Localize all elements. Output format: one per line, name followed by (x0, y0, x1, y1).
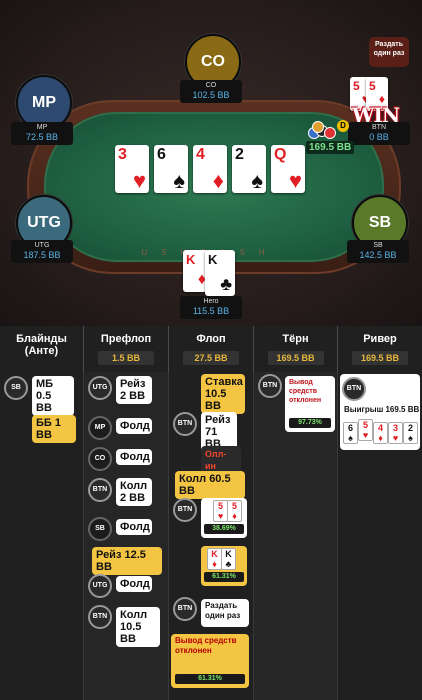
turn-cashout-text: Вывод средств отклонен (289, 379, 322, 404)
preflop-sb-action: Фолд (116, 519, 152, 535)
street-header-turn: Тёрн 169.5 BB (254, 326, 338, 372)
preflop-btn2-action: Колл 10.5 BB (116, 607, 160, 647)
seat-sb-stack: 142.5 BB (359, 250, 397, 260)
street-header-preflop: Префлоп 1.5 BB (84, 326, 169, 372)
preflop-co-pos-icon: CO (88, 447, 112, 471)
preflop-hero-raise: Рейз 12.5 BB (92, 547, 162, 575)
seat-co-label: CO (201, 53, 225, 70)
flop-btn-card-1: 5 ♥ (213, 500, 228, 522)
poker-table-area: USHCASH Раздать один раз CO CO102.5 BB M… (0, 0, 422, 326)
dealer-button-icon: D (337, 120, 349, 132)
river-win-text: Выигрыш 169.5 BB (344, 405, 420, 414)
board-card-2: 6 ♠ (154, 145, 188, 193)
hand-history-panel: Блайнды (Анте) Префлоп 1.5 BB Флоп 27.5 BB… (0, 326, 422, 700)
flop-hero-card-1: K ♦ (207, 548, 222, 570)
blinds-sb-pos-icon: SB (4, 376, 28, 400)
blinds-bb-action: ББ 1 BB (32, 415, 76, 443)
flop-btn3-pos-icon: BTN (173, 597, 197, 621)
seat-mp-plate: MP 72.5 BB (11, 122, 73, 145)
seat-hero-plate: Hero 115.5 BB (180, 296, 242, 319)
board-card-1: 3 ♥ (115, 145, 149, 193)
river-card-1: 6 ♠ (343, 422, 358, 444)
flop-btn-cards-box: 5 ♥ 5 ♦ 38.69% (201, 498, 247, 538)
river-card-2: 5 ♥ (358, 419, 373, 441)
seat-utg-plate: UTG 187.5 BB (11, 240, 73, 263)
river-card-4: 3 ♥ (388, 422, 403, 444)
flop-hero-bet: Ставка 10.5 BB (201, 374, 245, 414)
preflop-co-action: Фолд (116, 449, 152, 465)
seat-utg-name: UTG (34, 242, 50, 249)
seat-hero-name: Hero (203, 298, 219, 305)
flop-cashout-box: Вывод средств отклонен 61.31% (171, 634, 249, 688)
flop-cashout-equity: 61.31% (175, 674, 245, 684)
street-header-flop: Флоп 27.5 BB (169, 326, 254, 372)
river-win-box: BTN Выигрыш 169.5 BB 6 ♠ 5 ♥ 4 ♦ 3 ♥ 2 ♠ (340, 374, 420, 450)
turn-cashout-box: Вывод средств отклонен 97.73% (285, 376, 335, 432)
seat-btn-name: BTN (372, 124, 386, 131)
preflop-utg2-pos-icon: UTG (88, 574, 112, 598)
pot-amount: 169.5 BB (306, 141, 355, 154)
seat-btn-plate: BTN 0 BB (348, 122, 410, 145)
seat-mp-label: MP (32, 94, 56, 111)
board-card-3: 4 ♦ (193, 145, 227, 193)
seat-sb-plate: SB 142.5 BB (347, 240, 409, 263)
seat-co-name: CO (205, 82, 217, 89)
turn-btn-pos-icon: BTN (258, 374, 282, 398)
preflop-btn-action: Колл 2 BB (116, 478, 152, 506)
preflop-btn-pos-icon: BTN (88, 478, 112, 502)
flop-allin-label: Олл-ин (201, 446, 241, 474)
deal-once-button[interactable]: Раздать один раз (369, 37, 409, 67)
flop-hero-equity: 61.31% (204, 572, 244, 582)
blinds-sb-action: МБ 0.5 BB (32, 376, 74, 416)
seat-utg-label: UTG (27, 214, 61, 231)
river-card-3: 4 ♦ (373, 422, 388, 444)
flop-hero-cards-box: K ♦ K ♣ 61.31% (201, 546, 247, 586)
preflop-utg-pos-icon: UTG (88, 376, 112, 400)
flop-deal-once: Раздать один раз (201, 599, 249, 627)
street-header-blinds: Блайнды (Анте) (0, 326, 84, 372)
seat-sb-label: SB (368, 214, 392, 231)
seat-mp-name: MP (36, 124, 48, 131)
preflop-btn2-pos-icon: BTN (88, 605, 112, 629)
seat-co-plate: CO 102.5 BB (180, 80, 242, 103)
flop-btn-pos-icon: BTN (173, 412, 197, 436)
flop-btn2-pos-icon: BTN (173, 498, 197, 522)
board-card-5: Q ♥ (271, 145, 305, 193)
preflop-utg-action: Рейз 2 BB (116, 376, 152, 404)
seat-sb-name: SB (373, 242, 383, 249)
turn-equity: 97.73% (289, 418, 331, 428)
river-btn-pos-icon: BTN (342, 377, 366, 401)
preflop-mp-pos-icon: MP (88, 416, 112, 440)
flop-hero-call: Колл 60.5 BB (175, 471, 245, 499)
flop-cashout-text: Вывод средств отклонен (175, 636, 237, 655)
preflop-utg2-action: Фолд (116, 576, 152, 592)
seat-utg-stack: 187.5 BB (23, 250, 61, 260)
river-card-5: 2 ♠ (403, 422, 418, 444)
seat-hero-stack: 115.5 BB (192, 306, 230, 316)
hero-hole-card-2: K ♣ (205, 250, 235, 296)
seat-mp-stack: 72.5 BB (25, 132, 59, 142)
board-card-4: 2 ♠ (232, 145, 266, 193)
flop-hero-card-2: K ♣ (221, 548, 236, 570)
flop-btn-equity: 38.69% (204, 524, 244, 534)
seat-co-stack: 102.5 BB (192, 90, 230, 100)
street-header-river: Ривер 169.5 BB (338, 326, 422, 372)
flop-btn-card-2: 5 ♦ (227, 500, 242, 522)
seat-btn-stack: 0 BB (369, 132, 389, 142)
preflop-sb-pos-icon: SB (88, 517, 112, 541)
preflop-mp-action: Фолд (116, 418, 152, 434)
